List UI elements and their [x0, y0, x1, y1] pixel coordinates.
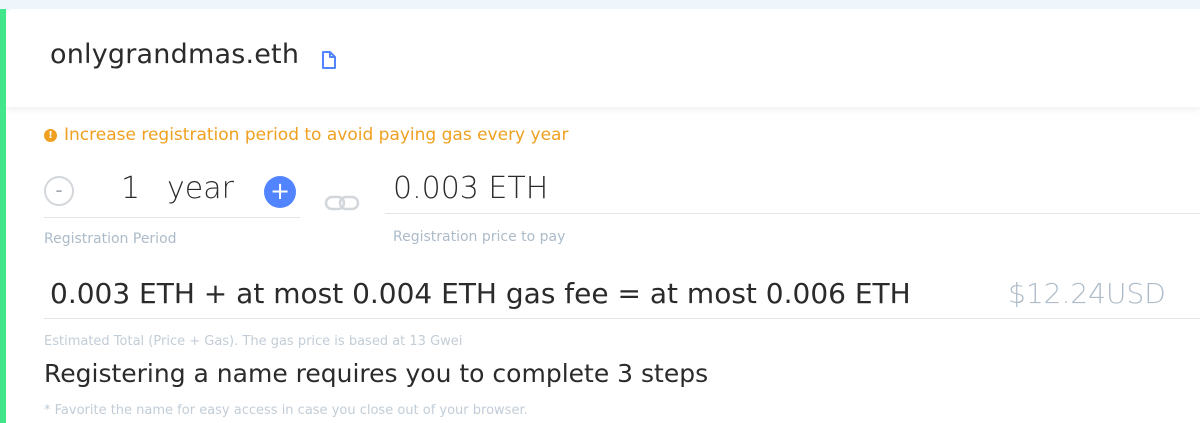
estimated-total-expression: 0.003 ETH + at most 0.004 ETH gas fee = …	[50, 277, 911, 310]
steps-heading: Registering a name requires you to compl…	[44, 359, 709, 388]
registration-price-field: 0.003 ETH	[385, 165, 1200, 214]
estimated-total-label: Estimated Total (Price + Gas). The gas p…	[44, 334, 463, 349]
card-header: onlygrandmas.eth	[6, 9, 1200, 107]
period-unit: year	[167, 171, 234, 206]
registration-price-label: Registration price to pay	[393, 229, 566, 245]
alert-circle-icon: !	[44, 128, 57, 142]
top-strip	[0, 0, 1200, 9]
favorite-note: * Favorite the name for easy access in c…	[44, 403, 528, 418]
registration-period-stepper: - 1 year +	[44, 165, 300, 218]
registration-period-label: Registration Period	[44, 231, 177, 247]
document-icon[interactable]	[319, 50, 339, 70]
period-value: 1	[121, 171, 141, 206]
domain-name: onlygrandmas.eth	[50, 39, 300, 70]
gas-warning-text: Increase registration period to avoid pa…	[64, 125, 569, 145]
registration-price-value: 0.003 ETH	[393, 171, 549, 206]
estimated-total-usd: $12.24USD	[1008, 277, 1166, 310]
chain-link-icon	[324, 195, 360, 211]
gas-warning: ! Increase registration period to avoid …	[44, 125, 568, 145]
estimated-total-row: 0.003 ETH + at most 0.004 ETH gas fee = …	[44, 268, 1200, 319]
increment-period-button[interactable]: +	[264, 176, 296, 208]
decrement-period-button[interactable]: -	[44, 176, 74, 206]
